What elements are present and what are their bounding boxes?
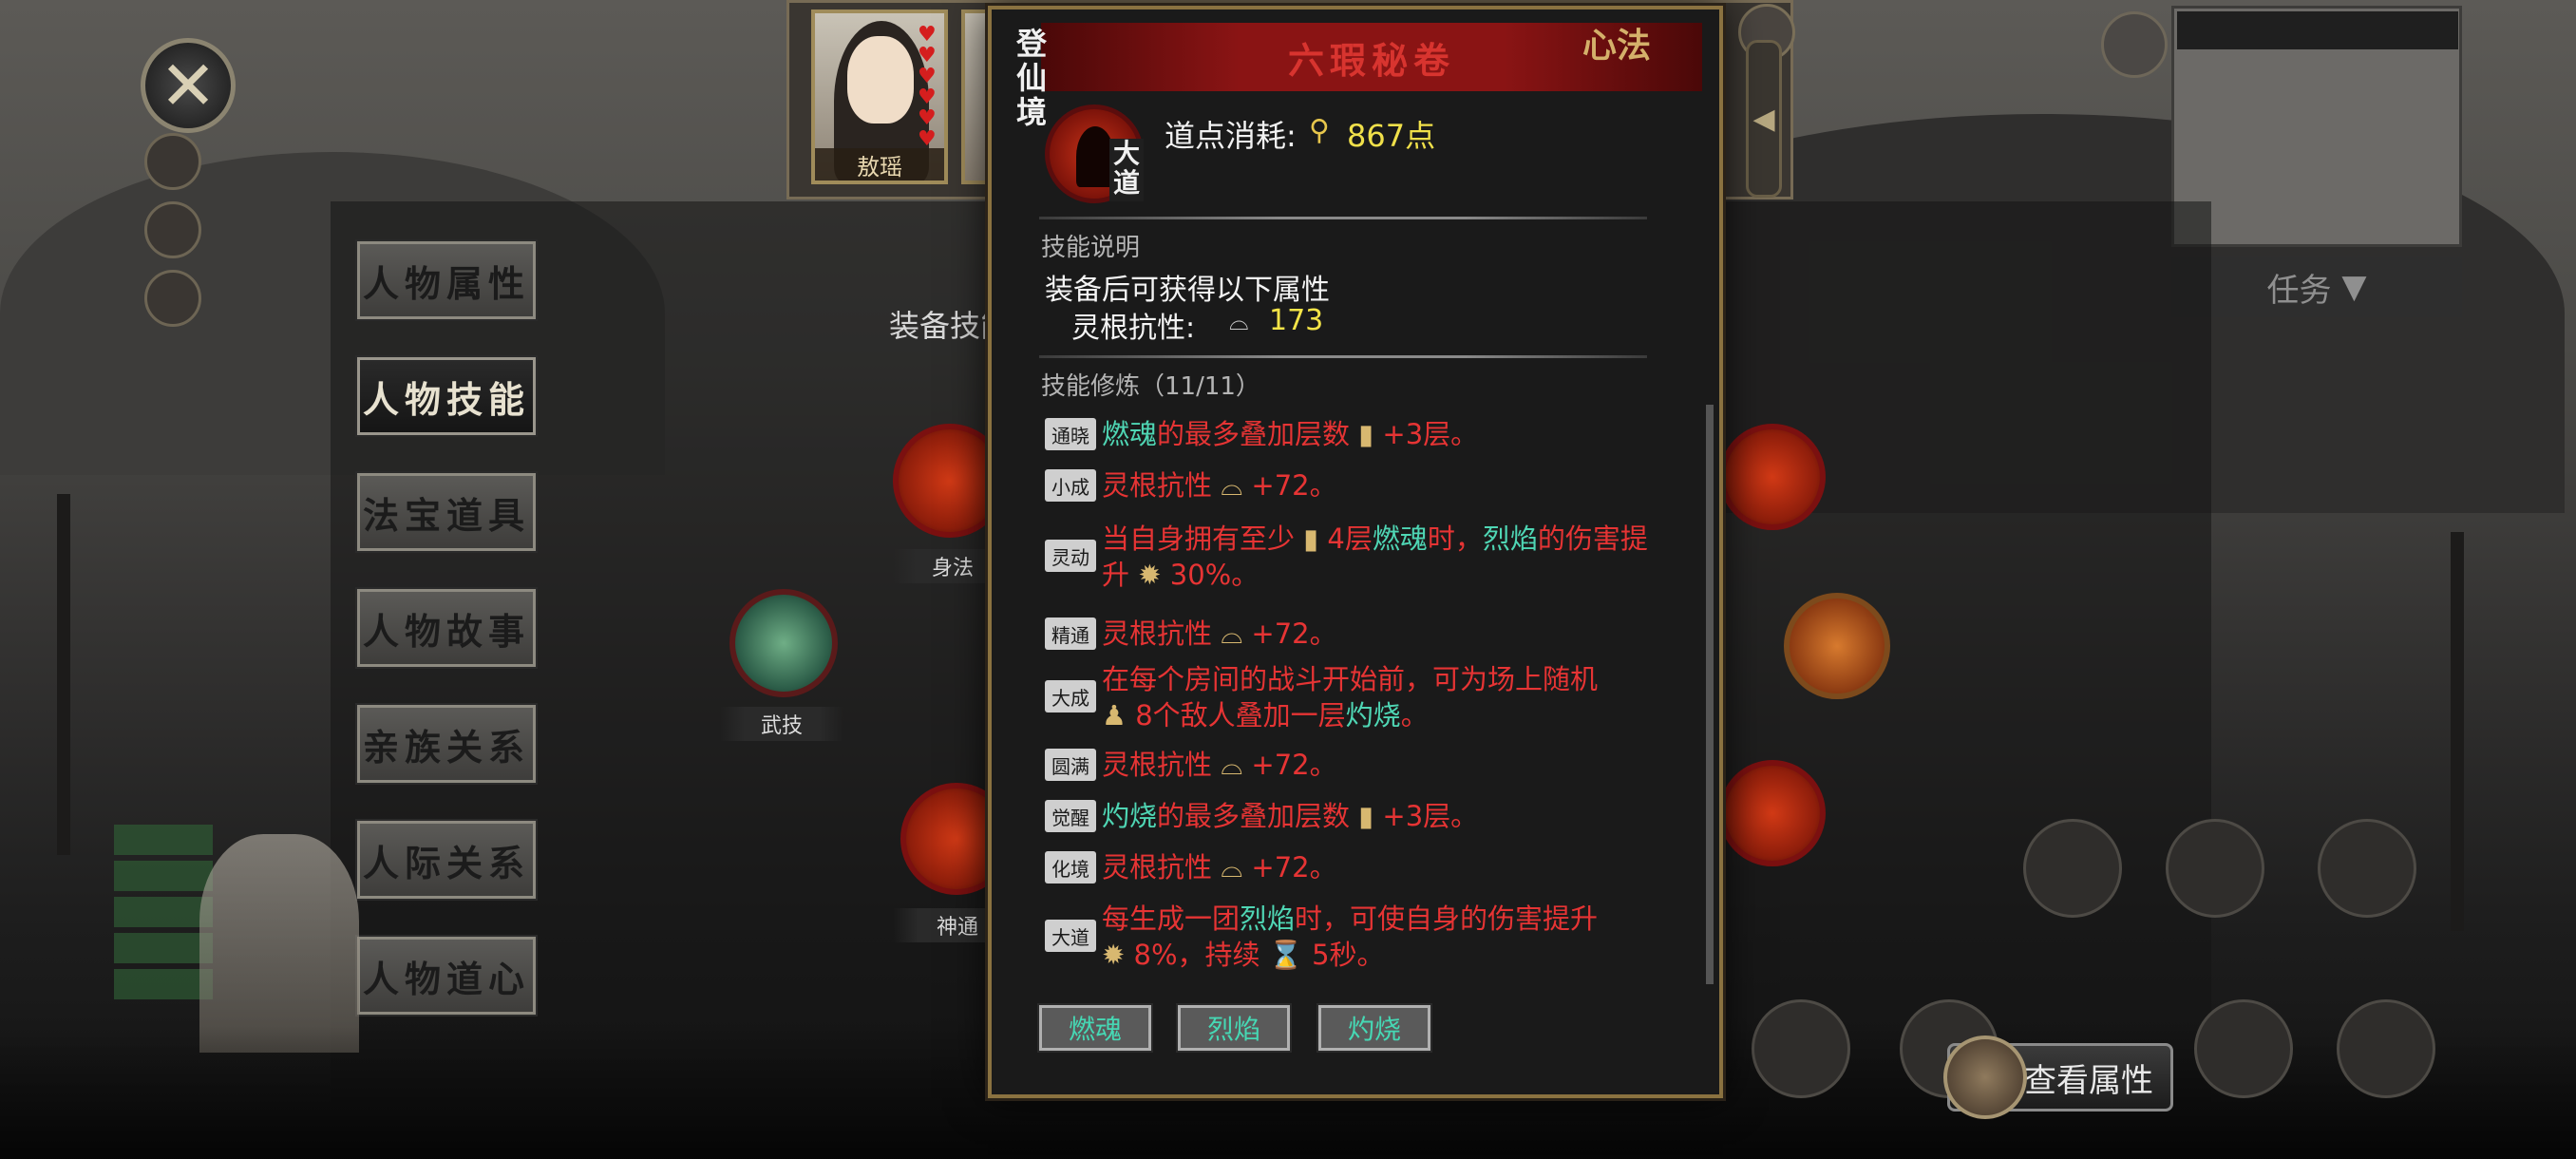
divider [1039, 355, 1647, 358]
training-text: ✹ 8%，持续 ⌛ 5秒。 [1102, 939, 1385, 971]
training-text: 灵根抗性 ⌓ +72。 [1102, 749, 1337, 781]
skill-node-right-3[interactable] [1719, 760, 1826, 866]
training-row: 大成 在每个房间的战斗开始前，可为场上随机 ♟ 8个敌人叠加一层灼烧。 [1045, 661, 1710, 737]
skill-node-right-2[interactable] [1784, 593, 1890, 699]
training-text: 升 ✹ 30%。 [1102, 559, 1260, 591]
description-section-label: 技能说明 [1041, 234, 1141, 262]
character-avatar [199, 834, 359, 1053]
training-row: 通晓 燃魂的最多叠加层数 ▮ +3层。 [1045, 416, 1710, 454]
bottom-nav-icon[interactable] [2166, 819, 2264, 918]
menu-item-skills[interactable]: 人物技能 [355, 355, 538, 437]
training-text: 燃魂的最多叠加层数 ▮ +3层。 [1102, 418, 1479, 450]
training-row: 圆满 灵根抗性 ⌓ +72。 [1045, 747, 1710, 785]
training-text: 每生成一团烈焰时，可使自身的伤害提升 [1102, 902, 1599, 935]
view-attributes-label: 查看属性 [2024, 1061, 2153, 1100]
training-row: 精通 灵根抗性 ⌓ +72。 [1045, 616, 1710, 654]
stage-tag: 灵动 [1045, 540, 1096, 572]
training-text: 灵根抗性 ⌓ +72。 [1102, 469, 1337, 502]
menu-item-relations[interactable]: 人际关系 [355, 819, 538, 901]
skill-silhouette [1076, 126, 1114, 187]
stage-tag: 精通 [1045, 618, 1096, 650]
stage-tag: 觉醒 [1045, 800, 1096, 832]
background-tree [2451, 532, 2464, 931]
bottom-nav-icon[interactable] [2318, 819, 2416, 918]
heart-icons: ♥ ♥ ♥ ♥ ♥ ♥ [918, 23, 937, 151]
bottom-nav-icon[interactable] [1752, 999, 1850, 1098]
stat-value: 173 [1269, 304, 1324, 337]
menu-item-treasures[interactable]: 法宝道具 [355, 471, 538, 553]
skill-node-right-1[interactable] [1719, 424, 1826, 530]
minimap-time-bar [2177, 11, 2458, 49]
training-text: 在每个房间的战斗开始前，可为场上随机 [1102, 663, 1599, 695]
menu-item-story[interactable]: 人物故事 [355, 587, 538, 669]
background-tree [57, 494, 70, 855]
training-text: 当自身拥有至少 ▮ 4层燃魂时，烈焰的伤害提 [1102, 522, 1648, 555]
dao-point-icon: ⚲ [1309, 114, 1330, 147]
training-row: 小成 灵根抗性 ⌓ +72。 [1045, 467, 1710, 505]
side-menu-icon[interactable] [144, 270, 201, 327]
cost-label: 道点消耗: [1165, 118, 1297, 154]
side-menu-icon[interactable] [144, 201, 201, 258]
portrait-name: 敖瑶 [815, 148, 944, 180]
skill-type-tag: 心法 [1582, 26, 1652, 66]
stat-label: 灵根抗性: [1071, 312, 1196, 345]
gear-icon[interactable] [2101, 11, 2168, 78]
keyword-button-burning-soul[interactable]: 燃魂 [1037, 1003, 1153, 1053]
description-text: 装备后可获得以下属性 [1045, 274, 1330, 307]
training-text: 灵根抗性 ⌓ +72。 [1102, 851, 1337, 884]
bottom-nav-icon[interactable] [2337, 999, 2435, 1098]
spirit-root-icon: ⌓ [1229, 308, 1249, 336]
training-section-label: 技能修炼（11/11） [1041, 372, 1260, 401]
cost-value: 867点 [1347, 118, 1436, 154]
portrait-face [847, 36, 914, 124]
menu-item-family[interactable]: 亲族关系 [355, 703, 538, 785]
skill-node-martial[interactable] [729, 589, 838, 697]
menu-item-dao-heart[interactable]: 人物道心 [355, 935, 538, 1016]
stage-tag: 化境 [1045, 851, 1096, 884]
keyword-button-scorch[interactable]: 灼烧 [1316, 1003, 1432, 1053]
skill-node-label: 武技 [720, 707, 843, 741]
training-row: 觉醒 灼烧的最多叠加层数 ▮ +3层。 [1045, 798, 1710, 836]
stage-tag: 大道 [1045, 920, 1096, 952]
close-icon: ✕ [159, 46, 218, 125]
collapse-arrow-icon[interactable]: ◀ [1746, 40, 1782, 198]
training-row: 灵动 当自身拥有至少 ▮ 4层燃魂时，烈焰的伤害提升 ✹ 30%。 [1045, 521, 1710, 597]
stage-tag: 小成 [1045, 469, 1096, 502]
menu-item-attributes[interactable]: 人物属性 [355, 239, 538, 321]
bottom-nav-icon[interactable] [2023, 819, 2122, 918]
task-label: 任务 [2266, 271, 2332, 310]
meditation-icon [1943, 1036, 2027, 1119]
training-text: ♟ 8个敌人叠加一层灼烧。 [1102, 699, 1429, 732]
keyword-button-blaze[interactable]: 烈焰 [1176, 1003, 1292, 1053]
stage-tag: 通晓 [1045, 418, 1096, 450]
side-menu-icon[interactable] [144, 133, 201, 190]
stage-tag: 圆满 [1045, 749, 1096, 781]
status-tags [114, 825, 213, 1005]
task-dropdown[interactable]: 任务 ▼ [2171, 256, 2462, 317]
skill-rank-badge: 大道 [1109, 139, 1144, 201]
close-button[interactable]: ✕ [141, 38, 236, 133]
divider [1039, 217, 1647, 219]
training-text: 灼烧的最多叠加层数 ▮ +3层。 [1102, 800, 1479, 832]
bottom-nav-icon[interactable] [2194, 999, 2293, 1098]
stage-tag: 大成 [1045, 680, 1096, 712]
realm-label: 登仙境 [1015, 26, 1047, 130]
chevron-down-icon: ▼ [2341, 268, 2367, 306]
training-row: 化境 灵根抗性 ⌓ +72。 [1045, 849, 1710, 887]
training-text: 灵根抗性 ⌓ +72。 [1102, 618, 1337, 650]
training-row: 大道 每生成一团烈焰时，可使自身的伤害提升 ✹ 8%，持续 ⌛ 5秒。 [1045, 901, 1710, 977]
